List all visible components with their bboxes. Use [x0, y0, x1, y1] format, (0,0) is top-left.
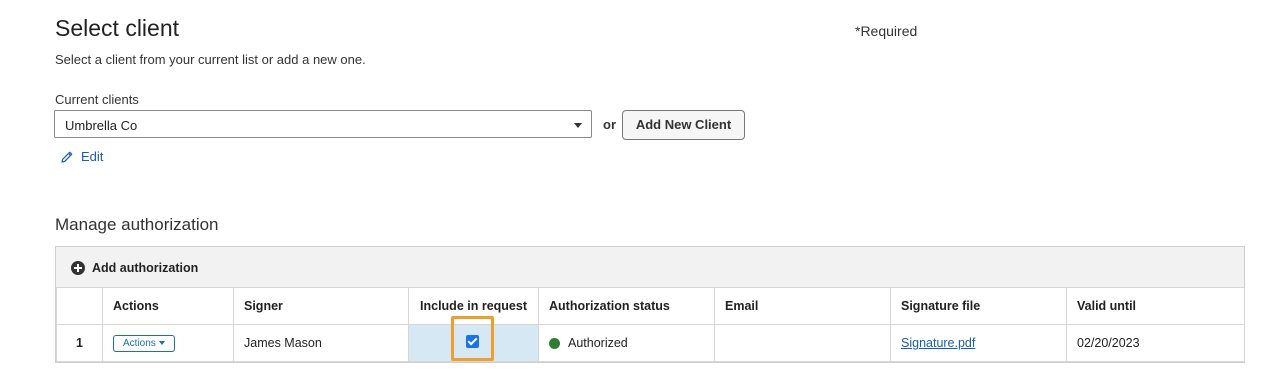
column-header-valid-until: Valid until: [1066, 287, 1245, 325]
caret-down-icon: [574, 123, 582, 128]
include-in-request-checkbox[interactable]: [466, 335, 479, 348]
edit-link[interactable]: Edit: [60, 149, 103, 164]
add-authorization-button[interactable]: Add authorization: [71, 261, 198, 275]
column-header-signature-file: Signature file: [890, 287, 1067, 325]
page-title: Select client: [55, 15, 180, 41]
manage-authorization-title: Manage authorization: [55, 215, 219, 234]
authorization-panel: Add authorization Actions Signer Include…: [55, 246, 1245, 363]
column-header-index: [56, 287, 103, 325]
column-header-signer: Signer: [233, 287, 409, 325]
page-subtitle: Select a client from your current list o…: [55, 52, 366, 67]
table-header-row: Actions Signer Include in request Author…: [56, 287, 1245, 325]
signer-cell: James Mason: [233, 324, 409, 362]
valid-until-cell: 02/20/2023: [1066, 324, 1245, 362]
actions-label: Actions: [123, 337, 156, 349]
column-header-status: Authorization status: [538, 287, 715, 325]
actions-dropdown-button[interactable]: Actions: [113, 334, 175, 352]
column-header-actions: Actions: [102, 287, 234, 325]
email-cell: [714, 324, 891, 362]
authorization-table: Actions Signer Include in request Author…: [56, 287, 1245, 362]
edit-label: Edit: [81, 149, 104, 164]
plus-circle-icon: [71, 261, 85, 275]
actions-cell: Actions: [102, 324, 234, 362]
add-new-client-button[interactable]: Add New Client: [622, 110, 745, 140]
selected-client: Umbrella Co: [65, 118, 138, 133]
status-dot-icon: [549, 337, 560, 349]
triangle-down-icon: [158, 341, 165, 345]
signature-file-link[interactable]: Signature.pdf: [901, 336, 975, 350]
status-cell: Authorized: [538, 324, 715, 362]
include-in-request-cell: [408, 316, 539, 362]
current-clients-label: Current clients: [55, 92, 139, 107]
required-note: *Required: [855, 23, 918, 39]
signature-file-cell: Signature.pdf: [890, 324, 1067, 362]
row-index: 1: [56, 324, 103, 362]
table-row: 1 Actions James Mason Authorized Signatu…: [56, 316, 1245, 362]
column-header-email: Email: [714, 287, 891, 325]
pencil-icon: [60, 150, 74, 164]
add-authorization-label: Add authorization: [92, 261, 199, 275]
status-text: Authorized: [568, 336, 628, 350]
or-text: or: [603, 117, 616, 132]
current-clients-select[interactable]: Umbrella Co: [54, 110, 592, 138]
